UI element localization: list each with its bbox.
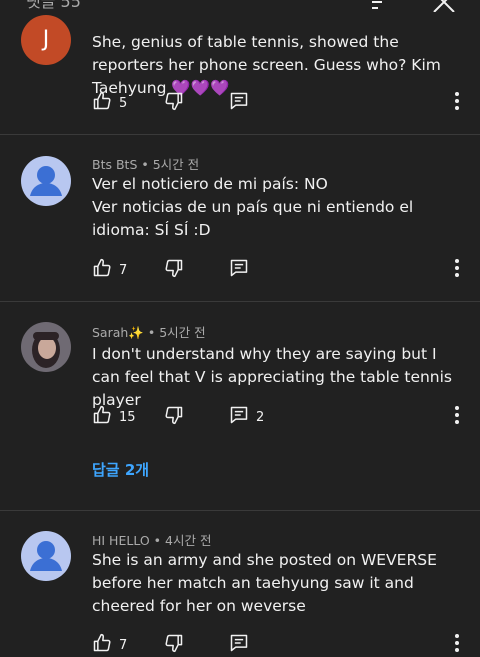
- dislike-button[interactable]: [164, 92, 184, 114]
- divider: [0, 510, 480, 511]
- comment-line: Ver el noticiero de mi país: NO: [92, 175, 328, 193]
- like-button[interactable]: 7: [92, 258, 128, 282]
- timestamp: 5시간 전: [159, 325, 206, 340]
- author-name[interactable]: HI HELLO: [92, 533, 150, 548]
- comment-text: She, genius of table tennis, showed the …: [92, 33, 441, 97]
- dislike-button[interactable]: [164, 406, 184, 428]
- avatar[interactable]: [21, 531, 71, 581]
- reply-button[interactable]: [229, 259, 249, 281]
- thumbs-down-icon: [164, 633, 184, 657]
- comments-header-title: 댓글 55: [26, 0, 81, 11]
- thumbs-down-icon: [164, 405, 184, 429]
- view-replies-link[interactable]: 답글 2개: [92, 459, 149, 480]
- like-button[interactable]: 15: [92, 405, 136, 429]
- author-name[interactable]: Bts BtS: [92, 157, 137, 172]
- more-vertical-icon: [455, 92, 459, 114]
- divider: [0, 301, 480, 302]
- like-button[interactable]: 5: [92, 91, 128, 115]
- like-count: 5: [119, 95, 128, 111]
- dislike-button[interactable]: [164, 259, 184, 281]
- comment-actions: 7: [92, 633, 472, 657]
- reply-button[interactable]: [229, 634, 249, 656]
- comment-text: Ver el noticiero de mi país: NO Ver noti…: [92, 173, 462, 242]
- reply-icon: [229, 405, 249, 429]
- close-icon[interactable]: [432, 0, 456, 12]
- thumbs-up-icon: [92, 405, 112, 429]
- comment-actions: 7: [92, 258, 472, 282]
- reply-button[interactable]: 2: [229, 406, 264, 428]
- comment-meta: Bts BtS • 5시간 전: [92, 157, 200, 172]
- reply-icon: [229, 258, 249, 282]
- dislike-button[interactable]: [164, 634, 184, 656]
- timestamp: 5시간 전: [152, 157, 200, 172]
- comment-text: She is an army and she posted on WEVERSE…: [92, 551, 437, 615]
- timestamp: 4시간 전: [165, 533, 212, 548]
- more-options-button[interactable]: [455, 406, 459, 428]
- avatar[interactable]: J: [21, 15, 71, 65]
- reply-button[interactable]: [229, 92, 249, 114]
- comment-line: Ver noticias de un país que ni entiendo …: [92, 198, 414, 239]
- reply-icon: [229, 633, 249, 657]
- thumbs-down-icon: [164, 258, 184, 282]
- like-count: 15: [119, 409, 136, 425]
- comment-text: I don't understand why they are saying b…: [92, 345, 453, 409]
- more-options-button[interactable]: [455, 259, 459, 281]
- sort-icon[interactable]: [370, 0, 396, 12]
- more-vertical-icon: [455, 406, 459, 428]
- divider: [0, 134, 480, 135]
- profile-photo: [21, 322, 71, 372]
- comment-meta: HI HELLO • 4시간 전: [92, 533, 212, 548]
- comment-meta: Sarah✨ • 5시간 전: [92, 325, 206, 340]
- avatar-letter: J: [42, 27, 50, 52]
- comments-header: 댓글 55: [0, 0, 480, 12]
- like-count: 7: [119, 262, 128, 278]
- like-count: 7: [119, 637, 128, 653]
- more-options-button[interactable]: [455, 92, 459, 114]
- author-name[interactable]: Sarah✨: [92, 325, 144, 340]
- reply-count: 2: [256, 409, 265, 425]
- more-options-button[interactable]: [455, 634, 459, 656]
- thumbs-up-icon: [92, 633, 112, 657]
- more-vertical-icon: [455, 259, 459, 281]
- default-avatar-icon: [30, 541, 62, 571]
- thumbs-up-icon: [92, 258, 112, 282]
- comment-actions: 5: [92, 91, 472, 115]
- reply-icon: [229, 91, 249, 115]
- thumbs-down-icon: [164, 91, 184, 115]
- comment-actions: 15 2: [92, 405, 472, 429]
- avatar[interactable]: [21, 322, 71, 372]
- like-button[interactable]: 7: [92, 633, 128, 657]
- default-avatar-icon: [30, 166, 62, 196]
- avatar[interactable]: [21, 156, 71, 206]
- thumbs-up-icon: [92, 91, 112, 115]
